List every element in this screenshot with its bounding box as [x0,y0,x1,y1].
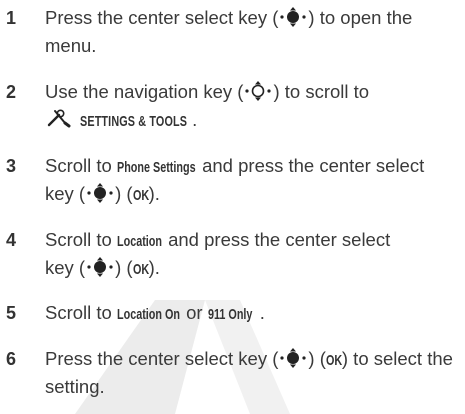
step-number: 4 [6,230,17,250]
center-select-key-icon [278,347,308,369]
settings-tools-label: SETTINGS & TOOLS [80,113,188,130]
location-label: Location [116,233,162,250]
phone-settings-label: Phone Settings [116,159,196,176]
location-on-label: Location On [116,306,180,323]
navigation-key-icon [243,80,273,102]
step-text: Press the center select key () to open t… [45,6,413,28]
step-number: 1 [6,8,17,28]
center-select-key-icon [85,182,115,204]
ok-label: OK [132,261,149,278]
step-number: 5 [6,303,17,323]
step-number: 2 [6,82,17,102]
step-number: 6 [6,349,17,369]
center-select-key-icon [85,256,115,278]
ok-label: OK [132,187,149,204]
ok-label: OK [325,352,343,369]
center-select-key-icon [278,6,308,28]
step-number: 3 [6,156,17,176]
settings-tools-icon [45,107,75,129]
911-only-label: 911 Only [207,306,253,323]
